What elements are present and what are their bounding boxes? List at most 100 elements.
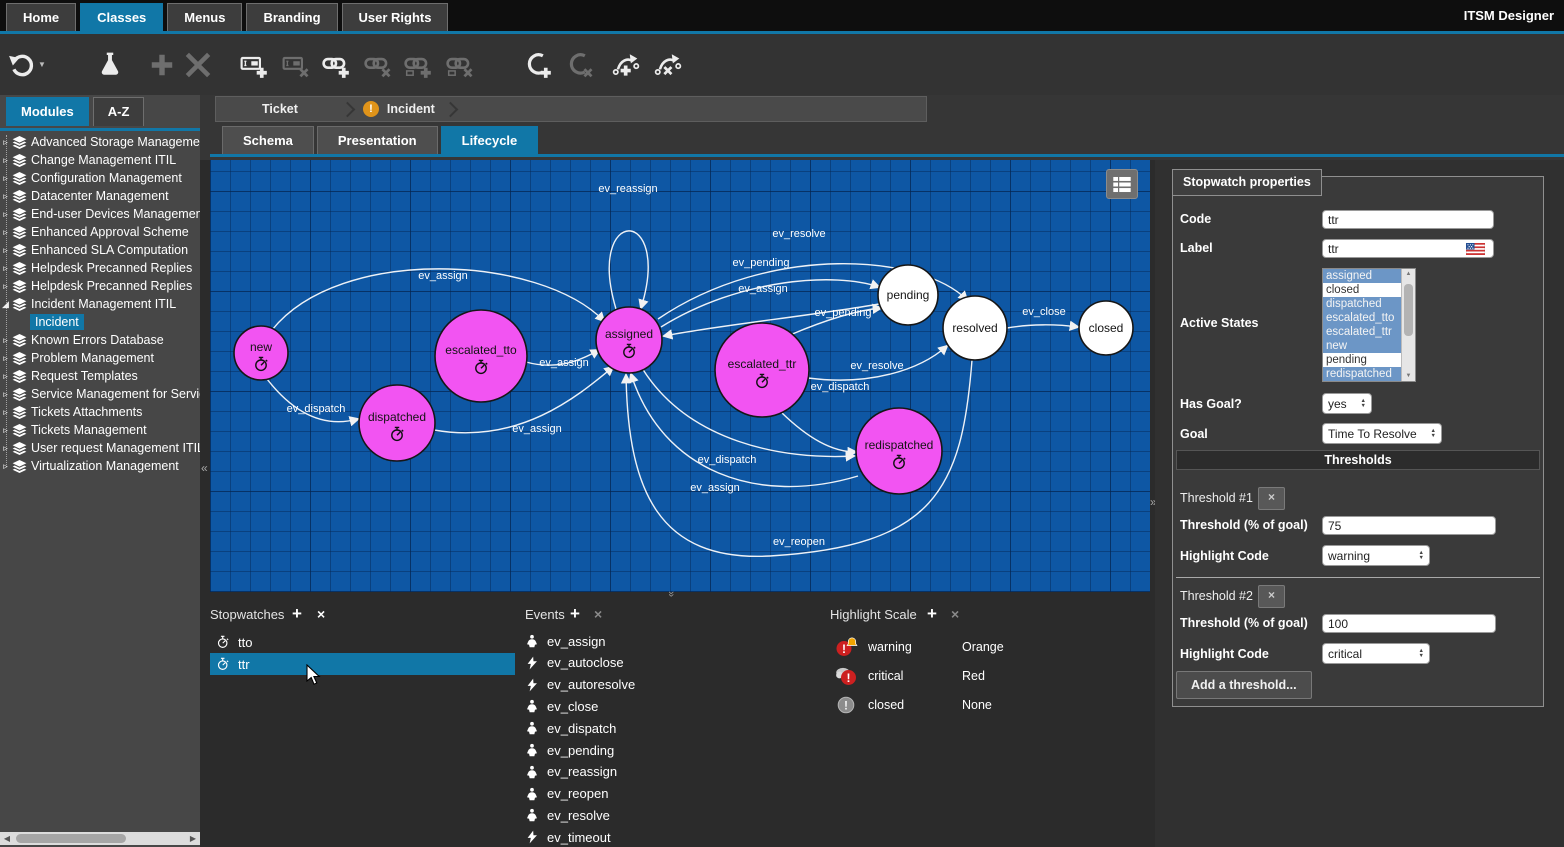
expand-closed-icon[interactable]: ▹	[0, 281, 11, 292]
add-threshold-button[interactable]: Add a threshold...	[1176, 671, 1312, 699]
state-node-pending[interactable]: pending	[878, 265, 938, 325]
transition-edge-ev_close[interactable]	[1007, 325, 1078, 328]
module-item[interactable]: ▹Tickets Attachments	[0, 403, 200, 421]
test-flask-icon[interactable]	[96, 50, 126, 80]
expand-closed-icon[interactable]: ▹	[0, 173, 11, 184]
module-item[interactable]: ▹Change Management ITIL	[0, 151, 200, 169]
event-item-ev_dispatch[interactable]: ev_dispatch	[525, 718, 616, 738]
remove-threshold-1-button[interactable]: ×	[1258, 487, 1285, 510]
state-node-new[interactable]: new	[234, 326, 288, 380]
module-item[interactable]: ▹Service Management for Service Provider…	[0, 385, 200, 403]
transition-edge-ev_dispatch[interactable]	[267, 379, 358, 422]
delete-stopwatch-icon[interactable]: ×	[317, 606, 325, 622]
expand-closed-icon[interactable]: ▹	[0, 335, 11, 346]
goal-select[interactable]: Time To Resolve ▲▼	[1322, 423, 1442, 444]
event-item-ev_assign[interactable]: ev_assign	[525, 631, 606, 651]
sidebar-tab-az[interactable]: A-Z	[93, 97, 145, 126]
nav-tab-home[interactable]: Home	[6, 3, 76, 32]
event-item-ev_reassign[interactable]: ev_reassign	[525, 762, 617, 782]
tab-lifecycle[interactable]: Lifecycle	[441, 126, 539, 155]
transition-edge-ev_dispatch[interactable]	[782, 413, 856, 452]
active-states-multiselect[interactable]: assignedcloseddispatchedescalated_ttoesc…	[1322, 268, 1416, 382]
module-item[interactable]: ▹Advanced Storage Management	[0, 133, 200, 151]
module-item[interactable]: ▹Enhanced Approval Scheme	[0, 223, 200, 241]
expand-closed-icon[interactable]: ▹	[0, 461, 11, 472]
diagram-options-button[interactable]	[1106, 169, 1138, 199]
lifecycle-canvas[interactable]: ev_reassignev_assignev_dispatchev_assign…	[210, 160, 1150, 592]
state-node-resolved[interactable]: resolved	[943, 296, 1007, 360]
expand-open-icon[interactable]: ◢	[0, 299, 11, 310]
scroll-right-icon[interactable]: ▶	[186, 834, 200, 843]
threshold-1-pct-input[interactable]	[1322, 516, 1496, 535]
expand-closed-icon[interactable]: ▹	[0, 425, 11, 436]
canvas-collapse-handle[interactable]: »	[665, 591, 677, 597]
nav-tab-branding[interactable]: Branding	[246, 3, 337, 32]
expand-closed-icon[interactable]: ▹	[0, 407, 11, 418]
breadcrumb-item-ticket[interactable]: Ticket	[216, 102, 332, 116]
threshold-1-code-select[interactable]: warning ▲▼	[1322, 545, 1430, 566]
tab-presentation[interactable]: Presentation	[317, 126, 438, 155]
event-item-ev_autoresolve[interactable]: ev_autoresolve	[525, 675, 635, 695]
sidebar-tab-modules[interactable]: Modules	[6, 97, 89, 126]
module-item[interactable]: ▹End-user Devices Management	[0, 205, 200, 223]
state-node-assigned[interactable]: assigned	[596, 307, 662, 373]
module-item[interactable]: ▹Request Templates	[0, 367, 200, 385]
delete-event-icon[interactable]: ×	[594, 606, 602, 622]
delete-transition-icon[interactable]	[654, 50, 684, 80]
event-item-ev_timeout[interactable]: ev_timeout	[525, 827, 611, 847]
module-item[interactable]: ▹Configuration Management	[0, 169, 200, 187]
state-node-dispatched[interactable]: dispatched	[359, 385, 435, 461]
scroll-down-icon[interactable]: ▼	[1402, 373, 1415, 379]
module-item[interactable]: ▹Known Errors Database	[0, 331, 200, 349]
nav-tab-classes[interactable]: Classes	[80, 3, 163, 32]
module-item[interactable]: ▹Virtualization Management	[0, 457, 200, 475]
module-item[interactable]: ▹Helpdesk Precanned Replies	[0, 277, 200, 295]
event-item-ev_autoclose[interactable]: ev_autoclose	[525, 653, 624, 673]
sidebar-collapse-handle[interactable]: «	[201, 461, 208, 475]
module-item[interactable]: ▹Problem Management	[0, 349, 200, 367]
transition-edge-ev_reassign[interactable]	[609, 231, 648, 309]
expand-closed-icon[interactable]: ▹	[0, 209, 11, 220]
module-item[interactable]: ▹User request Management ITIL	[0, 439, 200, 457]
event-item-ev_close[interactable]: ev_close	[525, 696, 598, 716]
add-transition-icon[interactable]	[612, 50, 642, 80]
add-state-icon[interactable]	[524, 50, 554, 80]
expand-closed-icon[interactable]: ▹	[0, 389, 11, 400]
nav-tab-menus[interactable]: Menus	[167, 3, 242, 32]
add-event-icon[interactable]: +	[570, 604, 580, 624]
module-item[interactable]: ▹Tickets Management	[0, 421, 200, 439]
code-input[interactable]	[1322, 210, 1494, 229]
chevron-down-icon[interactable]: ▼	[38, 60, 46, 69]
module-item[interactable]: ▹Datacenter Management	[0, 187, 200, 205]
expand-closed-icon[interactable]: ▹	[0, 371, 11, 382]
stopwatch-item-ttr[interactable]: ttr	[210, 653, 515, 675]
sidebar-horizontal-scrollbar[interactable]: ◀ ▶	[0, 832, 200, 845]
module-item[interactable]: ◢Incident Management ITIL	[0, 295, 200, 313]
scroll-left-icon[interactable]: ◀	[0, 834, 14, 843]
state-node-redispatched[interactable]: redispatched	[856, 408, 942, 494]
us-flag-icon[interactable]	[1466, 243, 1485, 255]
highlight-item-closed[interactable]: !closedNone	[836, 694, 992, 716]
expand-closed-icon[interactable]: ▹	[0, 263, 11, 274]
module-item[interactable]: ▹Enhanced SLA Computation	[0, 241, 200, 259]
add-highlight-icon[interactable]: +	[927, 604, 937, 624]
threshold-2-pct-input[interactable]	[1322, 614, 1496, 633]
delete-highlight-icon[interactable]: ×	[951, 606, 959, 622]
breadcrumb-item-incident[interactable]: Incident	[387, 102, 435, 116]
expand-closed-icon[interactable]: ▹	[0, 245, 11, 256]
class-item-incident[interactable]: Incident	[0, 313, 200, 331]
event-item-ev_resolve[interactable]: ev_resolve	[525, 805, 610, 825]
tab-schema[interactable]: Schema	[222, 126, 314, 155]
highlight-item-critical[interactable]: !criticalRed	[836, 665, 985, 687]
highlight-item-warning[interactable]: !warningOrange	[836, 636, 1004, 658]
expand-closed-icon[interactable]: ▹	[0, 227, 11, 238]
expand-closed-icon[interactable]: ▹	[0, 443, 11, 454]
stopwatch-item-tto[interactable]: tto	[210, 631, 330, 653]
state-node-escalated_tto[interactable]: escalated_tto	[435, 310, 527, 402]
expand-closed-icon[interactable]: ▹	[0, 353, 11, 364]
has-goal-select[interactable]: yes ▲▼	[1322, 393, 1372, 414]
add-field-icon[interactable]	[240, 50, 270, 80]
expand-closed-icon[interactable]: ▹	[0, 191, 11, 202]
nav-tab-user-rights[interactable]: User Rights	[342, 3, 449, 32]
scroll-up-icon[interactable]: ▲	[1402, 271, 1415, 277]
